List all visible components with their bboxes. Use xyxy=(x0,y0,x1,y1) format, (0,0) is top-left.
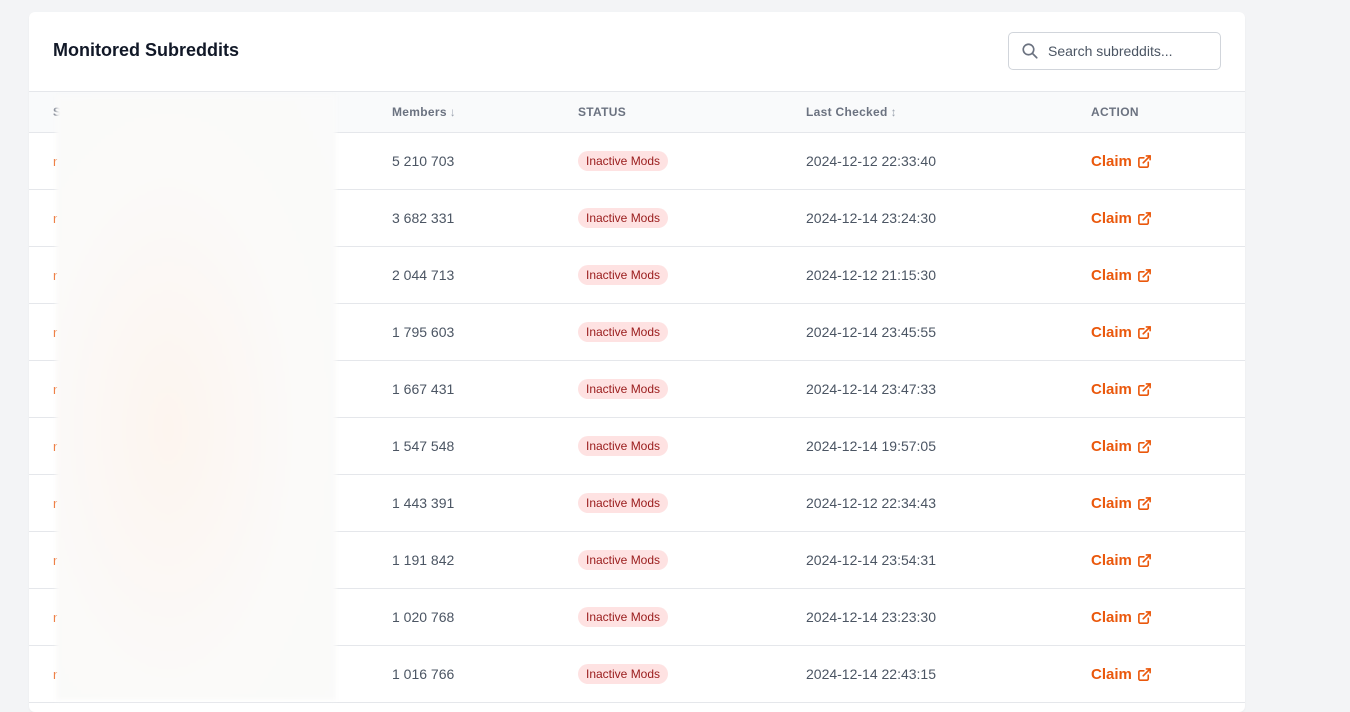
card-header: Monitored Subreddits xyxy=(29,12,1245,91)
claim-button[interactable]: Claim xyxy=(1091,153,1152,170)
status-badge: Inactive Mods xyxy=(578,550,669,570)
redaction-blur xyxy=(56,96,336,700)
last-checked-cell: 2024-12-14 23:23:30 xyxy=(806,609,936,625)
external-link-icon xyxy=(1137,610,1151,624)
column-header-status: STATUS xyxy=(578,105,627,119)
claim-label: Claim xyxy=(1091,494,1132,512)
status-badge: Inactive Mods xyxy=(578,436,669,456)
search-input[interactable] xyxy=(1048,42,1218,59)
external-link-icon xyxy=(1137,667,1151,681)
status-badge: Inactive Mods xyxy=(578,493,669,513)
last-checked-cell: 2024-12-12 22:33:40 xyxy=(806,153,936,169)
members-cell: 1 191 842 xyxy=(392,552,455,568)
claim-button[interactable]: Claim xyxy=(1091,267,1152,284)
external-link-icon xyxy=(1137,553,1151,567)
claim-button[interactable]: Claim xyxy=(1091,324,1152,341)
claim-label: Claim xyxy=(1091,209,1132,227)
claim-button[interactable]: Claim xyxy=(1091,381,1152,398)
status-badge: Inactive Mods xyxy=(578,607,669,627)
column-header-members[interactable]: Members ↓ xyxy=(392,92,578,133)
external-link-icon xyxy=(1137,439,1151,453)
members-cell: 1 795 603 xyxy=(392,324,455,340)
last-checked-cell: 2024-12-14 23:24:30 xyxy=(806,210,936,226)
external-link-icon xyxy=(1137,154,1151,168)
external-link-icon xyxy=(1137,496,1151,510)
members-cell: 1 547 548 xyxy=(392,438,455,454)
members-cell: 5 210 703 xyxy=(392,153,455,169)
claim-button[interactable]: Claim xyxy=(1091,438,1152,455)
claim-label: Claim xyxy=(1091,551,1132,569)
claim-label: Claim xyxy=(1091,380,1132,398)
sort-both-icon: ↕ xyxy=(890,105,897,119)
last-checked-cell: 2024-12-14 23:45:55 xyxy=(806,324,936,340)
claim-label: Claim xyxy=(1091,437,1132,455)
last-checked-cell: 2024-12-14 23:54:31 xyxy=(806,552,936,568)
status-badge: Inactive Mods xyxy=(578,265,669,285)
members-cell: 1 016 766 xyxy=(392,666,455,682)
claim-button[interactable]: Claim xyxy=(1091,495,1152,512)
status-badge: Inactive Mods xyxy=(578,151,669,171)
claim-label: Claim xyxy=(1091,152,1132,170)
members-cell: 1 443 391 xyxy=(392,495,455,511)
status-badge: Inactive Mods xyxy=(578,208,669,228)
members-cell: 1 667 431 xyxy=(392,381,455,397)
claim-button[interactable]: Claim xyxy=(1091,552,1152,569)
claim-label: Claim xyxy=(1091,608,1132,626)
external-link-icon xyxy=(1137,268,1151,282)
members-cell: 3 682 331 xyxy=(392,210,455,226)
claim-button[interactable]: Claim xyxy=(1091,609,1152,626)
claim-label: Claim xyxy=(1091,266,1132,284)
sort-desc-icon: ↓ xyxy=(449,105,457,119)
page-title: Monitored Subreddits xyxy=(53,40,239,60)
last-checked-cell: 2024-12-14 22:43:15 xyxy=(806,666,936,682)
external-link-icon xyxy=(1137,211,1151,225)
status-badge: Inactive Mods xyxy=(578,379,669,399)
column-header-action: ACTION xyxy=(1091,105,1139,119)
claim-button[interactable]: Claim xyxy=(1091,210,1152,227)
external-link-icon xyxy=(1137,325,1151,339)
claim-label: Claim xyxy=(1091,323,1132,341)
members-cell: 2 044 713 xyxy=(392,267,455,283)
status-badge: Inactive Mods xyxy=(578,322,669,342)
external-link-icon xyxy=(1137,382,1151,396)
search-box[interactable] xyxy=(1008,31,1221,70)
claim-label: Claim xyxy=(1091,665,1132,683)
status-badge: Inactive Mods xyxy=(578,664,669,684)
last-checked-cell: 2024-12-12 22:34:43 xyxy=(806,495,936,511)
last-checked-cell: 2024-12-14 19:57:05 xyxy=(806,438,936,454)
search-icon xyxy=(1022,42,1038,59)
members-cell: 1 020 768 xyxy=(392,609,455,625)
column-header-last-checked[interactable]: Last Checked ↕ xyxy=(806,92,1091,133)
last-checked-cell: 2024-12-12 21:15:30 xyxy=(806,267,936,283)
last-checked-cell: 2024-12-14 23:47:33 xyxy=(806,381,936,397)
claim-button[interactable]: Claim xyxy=(1091,666,1152,683)
